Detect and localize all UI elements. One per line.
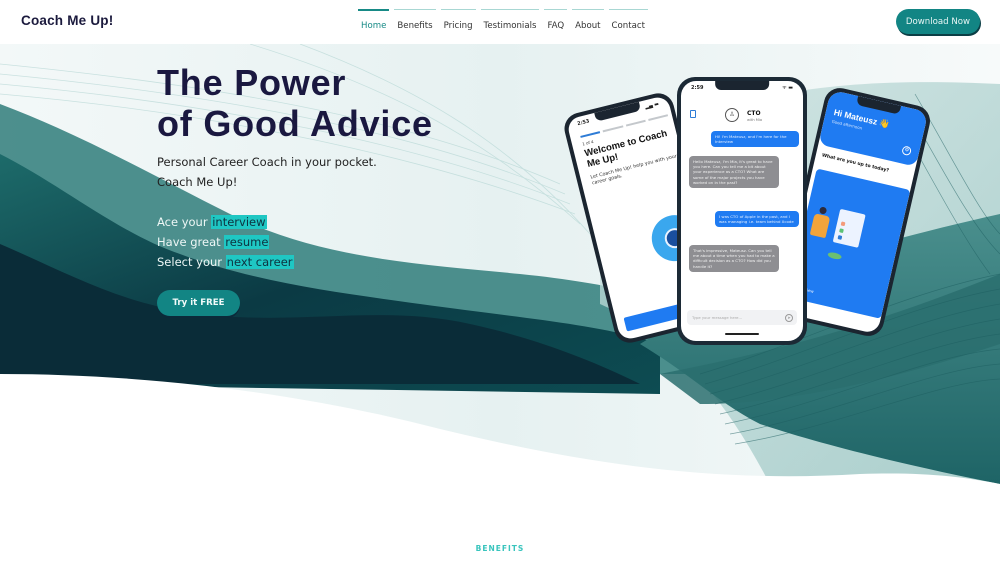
phone-mockup-chat: 2:59 ᯤ ▬ ♙ CTO with Mia Hi! I'm Mateusz,…: [677, 77, 807, 345]
nav-faq[interactable]: FAQ: [544, 9, 567, 31]
benefits-section-label: BENEFITS: [475, 544, 525, 553]
feature-prefix: Select your: [157, 255, 226, 269]
send-icon: ➤: [785, 314, 793, 322]
chat-message-coach: Hello Mateusz, I'm Mia, it's great to ha…: [689, 156, 779, 189]
nav-home-label: Home: [361, 21, 387, 31]
nav-faq-label: FAQ: [547, 21, 565, 31]
nav-benefits-label: Benefits: [397, 21, 433, 31]
brand-logo[interactable]: Coach Me Up!: [21, 13, 113, 28]
nav-contact[interactable]: Contact: [608, 9, 649, 31]
feature-item: Select your next career: [157, 252, 294, 272]
illustration-plant: [827, 251, 843, 261]
feature-highlight: interview: [211, 215, 267, 229]
back-book-icon: [690, 110, 696, 118]
chat-message-coach: That's impressive, Mateusz. Can you tell…: [689, 245, 779, 272]
feature-prefix: Have great: [157, 235, 225, 249]
nav-contact-label: Contact: [611, 21, 645, 31]
phone-screen: 2:59 ᯤ ▬ ♙ CTO with Mia Hi! I'm Mateusz,…: [681, 81, 803, 341]
chat-contact-sub: with Mia: [747, 118, 763, 122]
contact-avatar-icon: ♙: [725, 108, 739, 122]
chat-message-user: Hi! I'm Mateusz, and I'm here for the In…: [711, 131, 799, 148]
main-nav: Home Benefits Pricing Testimonials FAQ A…: [358, 9, 649, 31]
phone-notch: [715, 81, 769, 90]
hero-subtitle-line-1: Personal Career Coach in your pocket.: [157, 155, 377, 169]
nav-home[interactable]: Home: [358, 9, 390, 31]
status-time: 2:53: [576, 118, 591, 128]
feature-prefix: Ace your: [157, 215, 212, 229]
battery-icon: ▂▄ ▬: [644, 101, 660, 111]
feature-item: Have great resume: [157, 232, 294, 252]
top-navbar: Coach Me Up! Home Benefits Pricing Testi…: [0, 0, 1000, 44]
nav-about-label: About: [575, 21, 601, 31]
hero-title: The Power of Good Advice: [157, 62, 433, 144]
illustration-person: [809, 213, 831, 239]
wifi-battery-icon: ᯤ ▬: [782, 85, 793, 91]
nav-pricing[interactable]: Pricing: [440, 9, 476, 31]
chat-message-user: I was CTO of Apple in the past, and I wa…: [715, 211, 799, 228]
chat-message-input: Type your message here...: [687, 310, 797, 325]
nav-testimonials[interactable]: Testimonials: [480, 9, 540, 31]
download-now-button[interactable]: Download Now: [896, 9, 980, 34]
feature-highlight: resume: [224, 235, 270, 249]
hero-subtitle-line-2: Coach Me Up!: [157, 175, 238, 189]
hero-title-line-2: of Good Advice: [157, 103, 433, 144]
hero-feature-list: Ace your interview Have great resume Sel…: [157, 212, 294, 272]
illustration-board: [832, 208, 866, 248]
hero-title-line-1: The Power: [157, 62, 347, 103]
hero-subtitle: Personal Career Coach in your pocket. Co…: [157, 152, 377, 192]
nav-about[interactable]: About: [572, 9, 604, 31]
feature-highlight: next career: [225, 255, 294, 269]
feature-item: Ace your interview: [157, 212, 294, 232]
nav-testimonials-label: Testimonials: [483, 21, 537, 31]
chat-contact-name: CTO: [747, 110, 761, 117]
try-it-free-button[interactable]: Try it FREE: [157, 290, 240, 316]
nav-pricing-label: Pricing: [443, 21, 473, 31]
nav-benefits[interactable]: Benefits: [394, 9, 436, 31]
status-time: 2:59: [691, 85, 704, 91]
home-indicator: [725, 333, 759, 335]
illustration-person-head: [818, 206, 828, 215]
